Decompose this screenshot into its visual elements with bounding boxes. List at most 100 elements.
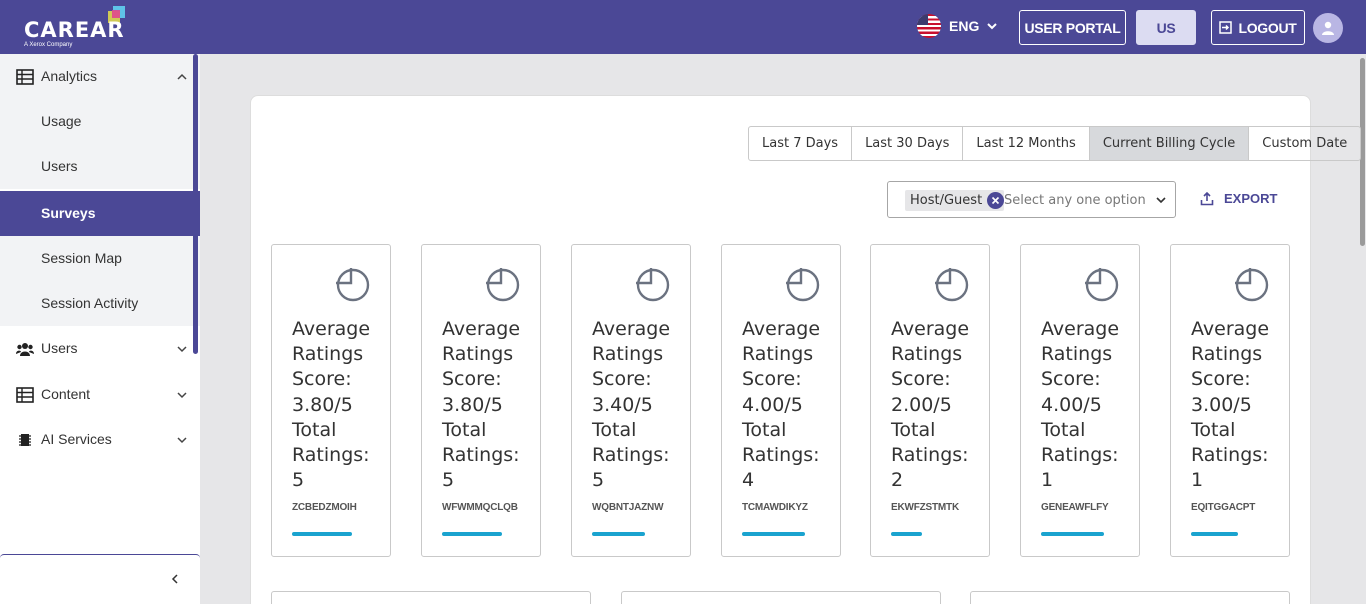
carear-logo[interactable]: CAREAR A Xerox Company [22, 6, 132, 50]
survey-card-text: Average Ratings Score: 4.00/5 Total Ratings: 4 [742, 317, 834, 493]
range-custom-date[interactable]: Custom Date [1249, 127, 1360, 160]
survey-card-line: Total [1041, 418, 1086, 441]
survey-card-line: 5 [442, 469, 455, 492]
survey-code: WQBNTJAZNW [592, 502, 664, 513]
sidebar-item-ai-services[interactable]: AI Services [0, 417, 200, 462]
survey-card-line: 1 [1041, 469, 1054, 492]
survey-card-line: Average [891, 318, 970, 340]
sidebar-item-session-map[interactable]: Session Map [0, 236, 200, 281]
survey-card-line: Ratings: [442, 444, 520, 467]
survey-card[interactable]: Average Ratings Score: 2.00/5 Total Ratings: 2… [870, 244, 990, 557]
survey-card[interactable]: Average Ratings Score: 3.80/5 Total Ratings: 5… [271, 244, 391, 557]
survey-card-line: Total [592, 418, 637, 441]
user-avatar[interactable] [1313, 13, 1343, 43]
rating-bar [1041, 532, 1104, 536]
survey-card[interactable]: Average Ratings Score: 4.00/5 Total Ratings: 4… [721, 244, 841, 557]
survey-card-line: Score: [592, 368, 652, 391]
sidebar-item-users[interactable]: Users [0, 326, 200, 371]
region-button[interactable]: US [1136, 10, 1196, 45]
survey-card-line: Ratings: [1041, 444, 1119, 467]
chevron-down-icon [177, 437, 187, 444]
remove-chip-icon[interactable] [987, 192, 1005, 209]
export-button[interactable]: EXPORT [1200, 191, 1277, 206]
table-icon [16, 69, 34, 85]
range-current-billing-cycle[interactable]: Current Billing Cycle [1089, 127, 1250, 160]
sidebar-scrollbar[interactable] [193, 54, 198, 354]
date-range-group: Last 7 Days Last 30 Days Last 12 Months … [748, 126, 1362, 161]
survey-card-line: Score: [742, 368, 802, 391]
sidebar-item-label: Users [41, 340, 78, 356]
range-last-12-months[interactable]: Last 12 Months [963, 127, 1090, 160]
survey-code: EQITGGACPT [1191, 502, 1256, 513]
survey-card-line: Ratings [742, 343, 814, 366]
logout-button[interactable]: LOGOUT [1211, 10, 1305, 45]
range-last-7-days[interactable]: Last 7 Days [749, 127, 853, 160]
survey-card-line: 4.00/5 [742, 393, 803, 416]
chart-card [621, 591, 941, 604]
survey-card-text: Average Ratings Score: 3.80/5 Total Ratings: 5 [292, 317, 384, 493]
survey-card-line: Ratings: [292, 444, 370, 467]
survey-card[interactable]: Average Ratings Score: 3.80/5 Total Ratings: 5… [421, 244, 541, 557]
rating-bar [292, 532, 352, 536]
survey-card-line: Average [292, 318, 371, 340]
chevron-left-icon[interactable] [170, 573, 180, 585]
sidebar-item-users-analytics[interactable]: Users [0, 144, 200, 189]
table-icon [16, 387, 34, 403]
upload-icon [1200, 191, 1214, 205]
user-portal-button[interactable]: USER PORTAL [1019, 10, 1126, 45]
survey-card-line: Ratings: [592, 444, 670, 467]
survey-card-line: 4.00/5 [1041, 393, 1102, 416]
chevron-down-icon [177, 346, 187, 353]
survey-code: TCMAWDIKYZ [742, 502, 808, 513]
survey-card-line: Ratings: [1191, 444, 1269, 467]
survey-card-text: Average Ratings Score: 3.00/5 Total Ratings: 1 [1191, 317, 1283, 493]
pie-chart-icon [636, 268, 670, 302]
survey-card-line: Ratings [592, 343, 664, 366]
sidebar-item-label: Surveys [41, 205, 96, 221]
sidebar-item-content[interactable]: Content [0, 372, 200, 417]
survey-card-line: 2 [891, 469, 904, 492]
survey-card-line: 3.40/5 [592, 393, 653, 416]
survey-card-text: Average Ratings Score: 4.00/5 Total Ratings: 1 [1041, 317, 1133, 493]
range-last-30-days[interactable]: Last 30 Days [852, 127, 964, 160]
survey-card-line: Ratings [442, 343, 514, 366]
survey-code: ZCBEDZMOIH [292, 502, 357, 513]
pie-chart-icon [935, 268, 969, 302]
chevron-up-icon [177, 73, 187, 80]
user-portal-label: USER PORTAL [1024, 19, 1121, 36]
survey-card-line: Total [442, 418, 487, 441]
survey-card[interactable]: Average Ratings Score: 3.00/5 Total Ratings: 1… [1170, 244, 1290, 557]
language-selector[interactable]: ENG [917, 14, 998, 38]
pie-chart-icon [1085, 268, 1119, 302]
sidebar-item-label: AI Services [41, 431, 112, 447]
survey-card[interactable]: Average Ratings Score: 3.40/5 Total Ratings: 5… [571, 244, 691, 557]
survey-card-line: Total [292, 418, 337, 441]
survey-card-line: 2.00/5 [891, 393, 952, 416]
chip-label: Host/Guest [910, 193, 983, 208]
survey-card-line: Average [592, 318, 671, 340]
pie-chart-icon [786, 268, 820, 302]
export-label: EXPORT [1224, 191, 1278, 206]
brand-name: CAREAR [24, 18, 125, 42]
language-label: ENG [949, 18, 980, 34]
sidebar-item-surveys[interactable]: Surveys [0, 191, 200, 236]
survey-card-line: 3.00/5 [1191, 393, 1252, 416]
survey-card-line: Score: [442, 368, 502, 391]
sidebar-item-label: Users [41, 158, 78, 174]
survey-card-line: Total [742, 418, 787, 441]
select-placeholder: Select any one option [1004, 193, 1146, 208]
sidebar-item-label: Session Activity [41, 295, 139, 311]
survey-code: WFWMMQCLQB [442, 502, 518, 513]
role-select[interactable]: Host/Guest Select any one option [887, 181, 1176, 218]
chart-card [271, 591, 591, 604]
brand-subtitle: A Xerox Company [24, 42, 73, 48]
survey-card-line: Ratings [891, 343, 963, 366]
sidebar-item-analytics[interactable]: Analytics [0, 54, 200, 99]
sidebar-item-session-activity[interactable]: Session Activity [0, 281, 200, 326]
sidebar-item-usage[interactable]: Usage [0, 99, 200, 144]
survey-card-line: Score: [891, 368, 951, 391]
chart-card [970, 591, 1290, 604]
selected-chip: Host/Guest [905, 190, 1005, 211]
survey-card-line: 1 [1191, 469, 1204, 492]
survey-card[interactable]: Average Ratings Score: 4.00/5 Total Ratings: 1… [1020, 244, 1140, 557]
